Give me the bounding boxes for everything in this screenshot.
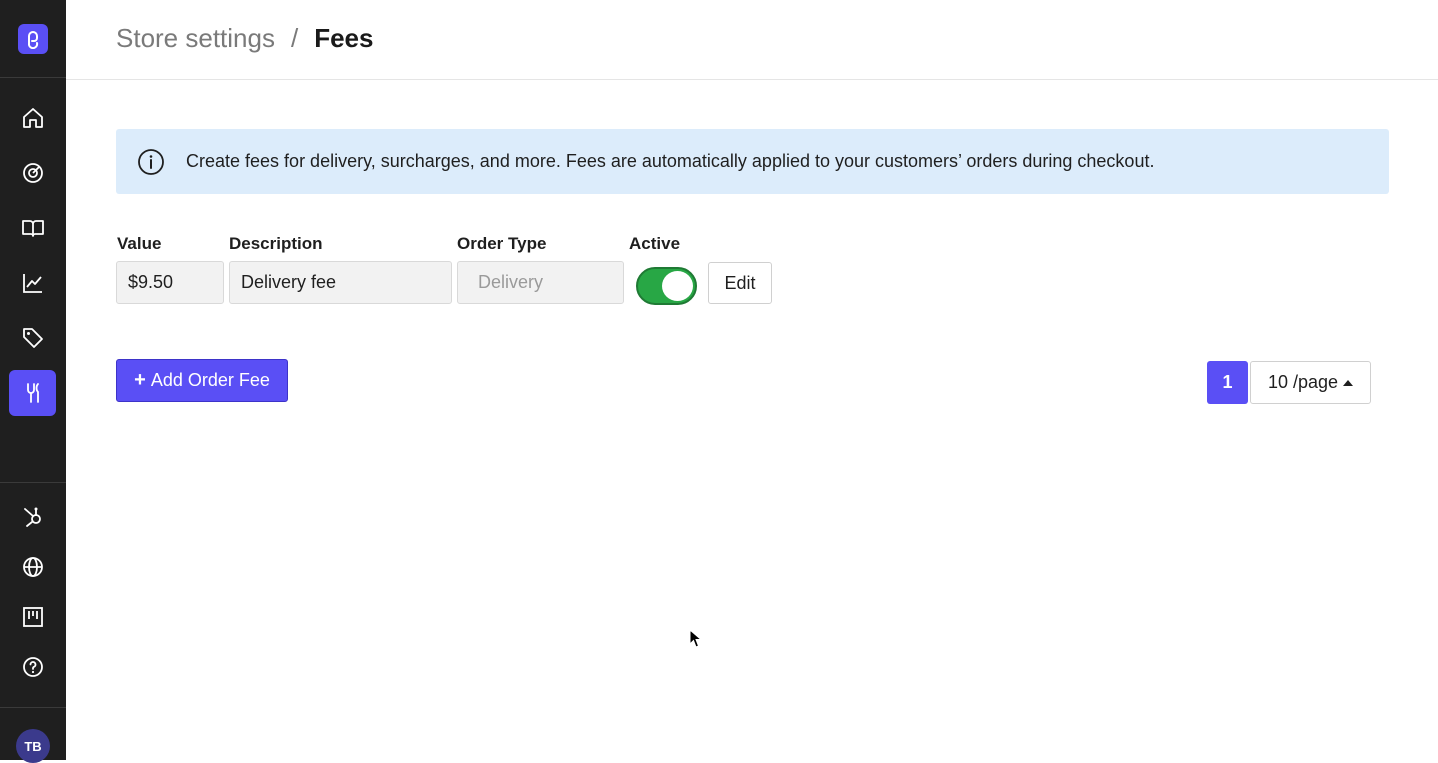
mouse-cursor-icon (689, 629, 703, 648)
nav-hubspot[interactable] (9, 494, 56, 540)
nav-website[interactable] (9, 544, 56, 590)
plus-icon: + (134, 369, 146, 391)
fee-description-field[interactable]: Delivery fee (229, 261, 452, 304)
breadcrumb-separator: / (290, 23, 299, 53)
nav-reports[interactable] (9, 260, 56, 306)
gauge-icon (22, 163, 43, 183)
nav-settings[interactable] (9, 370, 56, 416)
book-icon (21, 220, 44, 237)
help-icon (22, 657, 43, 677)
fee-active-toggle[interactable] (636, 267, 697, 305)
tools-icon (26, 383, 39, 403)
nav-board[interactable] (9, 594, 56, 640)
column-header-description: Description (229, 234, 323, 253)
fee-value-field[interactable]: $9.50 (116, 261, 224, 304)
breadcrumb-parent[interactable]: Store settings (116, 23, 275, 54)
edit-fee-button[interactable]: Edit (708, 262, 772, 304)
logo-icon (28, 31, 39, 49)
board-icon (22, 607, 43, 627)
breadcrumb: Store settings / Fees (116, 23, 373, 54)
chart-icon (22, 274, 42, 293)
toggle-knob (662, 271, 693, 301)
sidebar-divider (0, 707, 66, 708)
nav-home[interactable] (9, 95, 56, 141)
nav-menu[interactable] (9, 205, 56, 251)
globe-icon (22, 557, 43, 577)
sidebar-divider (0, 77, 66, 78)
brand-logo[interactable] (18, 24, 48, 54)
page-size-select[interactable]: 10 /page (1250, 361, 1371, 404)
column-header-value: Value (117, 234, 162, 253)
column-header-active: Active (629, 234, 681, 253)
column-header-order-type: Order Type (457, 234, 547, 253)
nav-dashboard[interactable] (9, 150, 56, 196)
sidebar: TB (0, 0, 66, 763)
nav-help[interactable] (9, 644, 56, 690)
page-size-value: 10 /page (1267, 372, 1339, 392)
add-order-fee-button[interactable]: + Add Order Fee (116, 359, 288, 402)
info-banner: Create fees for delivery, surcharges, an… (116, 129, 1389, 194)
info-icon (138, 148, 164, 175)
top-bar: Store settings / Fees (66, 0, 1438, 80)
pagination-page-1[interactable]: 1 (1207, 361, 1248, 404)
home-icon (22, 108, 43, 128)
sidebar-divider (0, 482, 66, 483)
caret-up-icon (1343, 379, 1354, 386)
info-text: Create fees for delivery, surcharges, an… (186, 151, 1155, 171)
add-order-fee-label: Add Order Fee (150, 370, 270, 390)
page-title: Fees (314, 23, 374, 53)
fee-order-type-field: Delivery (457, 261, 624, 304)
avatar[interactable]: TB (16, 729, 50, 763)
tag-icon (22, 328, 43, 348)
hubspot-icon (23, 507, 41, 527)
nav-promotions[interactable] (9, 315, 56, 361)
